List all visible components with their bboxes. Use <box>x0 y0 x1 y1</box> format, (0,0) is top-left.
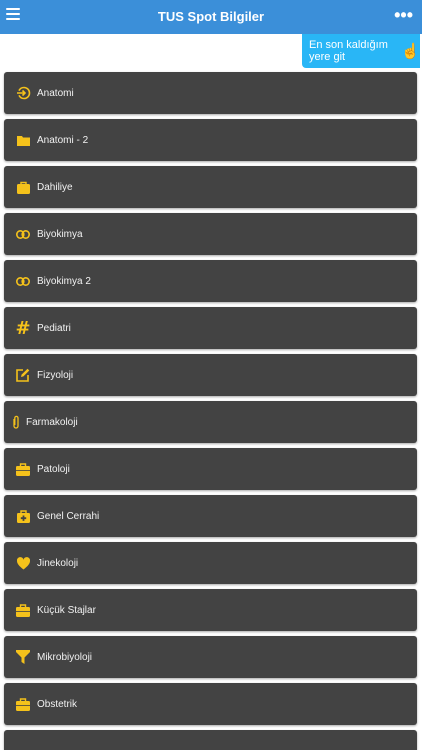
list-item-pediatri[interactable]: # Pediatri <box>4 307 417 349</box>
list-item-label: Biyokimya 2 <box>37 275 91 287</box>
list-item-genel-cerrahi[interactable]: Genel Cerrahi <box>4 495 417 537</box>
list-item-anatomi-2[interactable]: Anatomi - 2 <box>4 119 417 161</box>
list-item-farmakoloji[interactable]: Farmakoloji <box>4 401 417 443</box>
list-item-jinekoloji[interactable]: Jinekoloji <box>4 542 417 584</box>
hand-pointer-icon: ☝ <box>401 42 420 60</box>
list-item-anatomi[interactable]: Anatomi <box>4 72 417 114</box>
list-item-label: Genel Cerrahi <box>37 510 100 522</box>
bag-icon <box>11 181 35 194</box>
list-item-label: Farmakoloji <box>26 416 78 428</box>
heart-icon <box>11 556 35 570</box>
list-item-label: Pediatri <box>37 322 71 334</box>
link-icon <box>11 229 35 239</box>
list-item-biyokimya-2[interactable]: Biyokimya 2 <box>4 260 417 302</box>
list-item-dahiliye[interactable]: Dahiliye <box>4 166 417 208</box>
more-options-icon[interactable]: ••• <box>394 6 413 24</box>
list-item-label: Obstetrik <box>37 698 78 710</box>
login-arrow-icon <box>11 85 35 101</box>
briefcase-icon <box>11 462 35 476</box>
category-list: Anatomi Anatomi - 2 Dahiliye Biyokimya B… <box>4 72 417 750</box>
briefcase-icon <box>11 603 35 617</box>
app-bar: TUS Spot Bilgiler ••• <box>0 0 422 34</box>
list-item-fizyoloji[interactable]: Fizyoloji <box>4 354 417 396</box>
list-item-mikrobiyoloji[interactable]: Mikrobiyoloji <box>4 636 417 678</box>
funnel-icon <box>11 650 35 664</box>
paperclip-icon <box>8 415 24 429</box>
hash-icon: # <box>15 317 31 339</box>
list-item-biyokimya[interactable]: Biyokimya <box>4 213 417 255</box>
list-item-patoloji[interactable]: Patoloji <box>4 448 417 490</box>
link-icon <box>11 276 35 286</box>
list-item-kucuk-stajlar[interactable]: Küçük Stajlar <box>4 589 417 631</box>
resume-button-label: En son kaldığım yere git <box>309 39 388 63</box>
list-item-label: Jinekoloji <box>37 557 79 569</box>
list-item-label: Dahiliye <box>37 181 73 193</box>
folder-icon <box>11 134 35 146</box>
page-title: TUS Spot Bilgiler <box>157 9 265 24</box>
list-item-label: Anatomi <box>37 87 74 99</box>
list-item-obstetrik[interactable]: Obstetrik <box>4 683 417 725</box>
medkit-icon <box>11 509 35 523</box>
list-item-label: Biyokimya <box>37 228 83 240</box>
list-item-partial[interactable] <box>4 730 417 750</box>
list-item-label: Anatomi - 2 <box>37 134 89 146</box>
edit-icon <box>11 368 35 382</box>
list-item-label: Küçük Stajlar <box>37 604 96 616</box>
list-item-label: Fizyoloji <box>37 369 74 381</box>
list-item-label: Patoloji <box>37 463 70 475</box>
list-item-label: Mikrobiyoloji <box>37 651 93 663</box>
resume-last-position-button[interactable]: En son kaldığım yere git ☝ <box>302 34 420 68</box>
briefcase-icon <box>11 697 35 711</box>
